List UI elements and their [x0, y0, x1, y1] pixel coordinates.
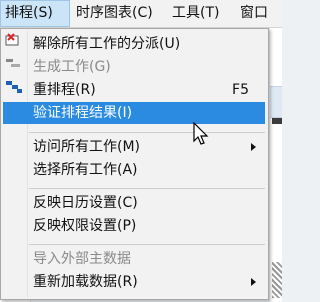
menu-item-import-master-data[interactable]: 导入外部主数据: [3, 248, 265, 270]
background-panel: [270, 28, 282, 302]
schedule-dropdown-menu: 解除所有工作的分派(U) 生成工作(G) 重排程(R) F5 验证排程结果(I) …: [0, 28, 269, 300]
background-bar: [272, 118, 282, 124]
menu-tools[interactable]: 工具(T): [168, 0, 223, 27]
menu-time-chart[interactable]: 时序图表(C): [72, 0, 157, 27]
submenu-arrow-icon: [251, 143, 256, 151]
menu-bar: 排程(S) 时序图表(C) 工具(T) 窗口: [0, 0, 282, 28]
menu-item-label: 选择所有工作(A): [33, 162, 138, 178]
menu-item-unassign-all[interactable]: 解除所有工作的分派(U): [3, 33, 265, 55]
menu-item-verify-schedule[interactable]: 验证排程结果(I): [3, 102, 265, 124]
menu-item-label: 反映日历设置(C): [33, 195, 138, 211]
menu-item-label: 验证排程结果(I): [33, 105, 133, 121]
background-hatched-block: [272, 262, 282, 298]
menu-item-label: 解除所有工作的分派(U): [33, 36, 181, 52]
mouse-pointer-icon: [193, 122, 209, 145]
menu-item-reschedule[interactable]: 重排程(R) F5: [3, 79, 265, 101]
menu-item-label: 访问所有工作(M): [33, 139, 141, 155]
menu-item-reload-data[interactable]: 重新加载数据(R): [3, 271, 265, 293]
menu-separator: [29, 244, 265, 245]
menu-item-generate-work[interactable]: 生成工作(G): [3, 56, 265, 78]
menu-schedule[interactable]: 排程(S): [0, 0, 70, 27]
menu-separator: [29, 188, 265, 189]
menu-item-visit-all-work[interactable]: 访问所有工作(M): [3, 136, 265, 158]
menu-item-apply-calendar[interactable]: 反映日历设置(C): [3, 192, 265, 214]
menu-separator: [29, 132, 265, 133]
submenu-arrow-icon: [251, 278, 256, 286]
background-header-strip: [270, 86, 282, 118]
menu-item-label: 生成工作(G): [33, 59, 111, 75]
shortcut-label: F5: [232, 82, 249, 98]
menu-item-label: 重排程(R): [33, 82, 96, 98]
menu-window[interactable]: 窗口: [236, 0, 272, 27]
menu-item-select-all-work[interactable]: 选择所有工作(A): [3, 159, 265, 181]
menu-item-label: 反映权限设置(P): [33, 218, 137, 234]
menu-item-label: 重新加载数据(R): [33, 274, 138, 290]
menu-item-label: 导入外部主数据: [33, 251, 131, 267]
menu-item-apply-permissions[interactable]: 反映权限设置(P): [3, 215, 265, 237]
